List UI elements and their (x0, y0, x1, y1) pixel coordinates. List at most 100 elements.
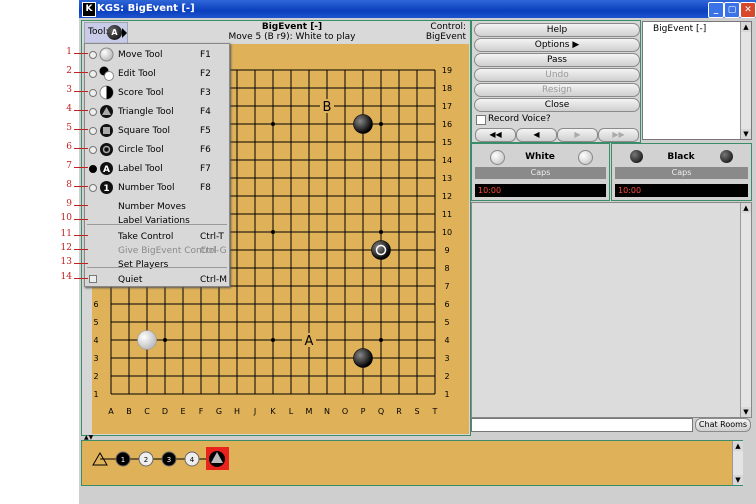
chat-scrollbar[interactable]: ▲ ▼ (740, 203, 751, 417)
column-label: T (432, 407, 438, 416)
game-name: BigEvent [-] (261, 22, 323, 32)
tree-move-number[interactable]: 2 (144, 456, 148, 464)
game-tree[interactable]: 1 2 3 4 ▲ ▼ (81, 440, 743, 486)
callout-line (74, 129, 88, 130)
menu-item-quiet[interactable]: Quiet Ctrl-M (85, 270, 229, 289)
label-tool-icon: A (107, 25, 122, 40)
menu-item-number-tool[interactable]: 1 Number Tool F8 (85, 178, 229, 197)
menu-item-label-tool[interactable]: A Label Tool F7 (85, 159, 229, 178)
column-label: S (414, 407, 419, 416)
column-label: P (361, 407, 366, 416)
menu-item-shortcut: F8 (200, 183, 211, 193)
callout-number: 8 (66, 180, 72, 190)
tree-scroll-down-icon[interactable]: ▼ (733, 475, 743, 485)
last-move-button: ▶▶ (598, 128, 639, 142)
menu-item-edit-tool[interactable]: Edit Tool F2 (85, 64, 229, 83)
menu-item-label: Circle Tool (118, 145, 164, 155)
radio-icon (89, 70, 97, 78)
chat-scroll-up-icon[interactable]: ▲ (741, 203, 751, 213)
pass-button[interactable]: Pass (474, 53, 640, 67)
menu-item-move-tool[interactable]: Move Tool F1 (85, 45, 229, 64)
button-label: Help (546, 25, 568, 35)
control-label: Control: (430, 22, 466, 32)
chat-input[interactable] (471, 418, 693, 432)
half-stone-icon (99, 85, 114, 100)
game-list-item[interactable]: BigEvent [-] (653, 24, 706, 34)
menu-item-square-tool[interactable]: Square Tool F5 (85, 121, 229, 140)
help-button[interactable]: Help (474, 23, 640, 37)
column-label: M (306, 407, 313, 416)
chat-rooms-button[interactable]: Chat Rooms (695, 418, 751, 432)
tree-move-number[interactable]: 3 (167, 456, 171, 464)
column-label: B (126, 407, 132, 416)
minimize-button[interactable]: _ (708, 2, 724, 18)
row-label-right: 2 (444, 372, 449, 381)
white-player-name: White (525, 152, 555, 162)
black-caps: Caps (615, 167, 748, 179)
game-list-scrollbar[interactable]: ▲ ▼ (740, 22, 751, 139)
tree-move-number[interactable]: 4 (190, 456, 195, 464)
row-label-right: 12 (442, 192, 452, 201)
callout-number: 10 (60, 213, 72, 223)
callout-number: 3 (66, 85, 72, 95)
menu-item-score-tool[interactable]: Score Tool F3 (85, 83, 229, 102)
menu-item-shortcut: F5 (200, 126, 211, 136)
close-window-button[interactable]: ✕ (740, 2, 756, 18)
tree-scrollbar[interactable]: ▲ ▼ (732, 441, 743, 485)
row-label-right: 17 (442, 102, 452, 111)
menu-item-circle-tool[interactable]: Circle Tool F6 (85, 140, 229, 159)
first-move-button[interactable]: ◀◀ (475, 128, 516, 142)
column-label: Q (378, 407, 384, 416)
menu-item-triangle-tool[interactable]: Triangle Tool F4 (85, 102, 229, 121)
white-stone-icon (99, 47, 114, 62)
callout-line (74, 72, 88, 73)
options-button[interactable]: Options ▶ (474, 38, 640, 52)
column-label: D (162, 407, 168, 416)
menu-item-shortcut: Ctrl-M (200, 275, 228, 285)
row-label-right: 11 (442, 210, 452, 219)
star-point (379, 338, 383, 342)
row-label-left: 4 (93, 336, 98, 345)
callout-line (74, 235, 88, 236)
chat-scroll-down-icon[interactable]: ▼ (741, 407, 751, 417)
row-label-right: 8 (444, 264, 449, 273)
game-tree-canvas[interactable]: 1 2 3 4 (82, 441, 742, 485)
tree-move-number[interactable]: 1 (121, 456, 125, 464)
callout-number: 9 (66, 199, 72, 209)
menu-item-label: Quiet (118, 275, 143, 285)
undo-button: Undo (474, 68, 640, 82)
close-button[interactable]: Close (474, 98, 640, 112)
black-stone (353, 348, 373, 368)
callout-line (74, 186, 88, 187)
record-voice-checkbox[interactable] (476, 115, 486, 125)
radio-icon (89, 146, 97, 154)
maximize-button[interactable]: ▢ (724, 2, 740, 18)
callout-line (74, 219, 88, 220)
tool-selector-button[interactable]: Tool: A (84, 22, 128, 44)
scroll-up-icon[interactable]: ▲ (741, 22, 751, 32)
menu-item-label: Score Tool (118, 88, 164, 98)
row-label-right: 15 (442, 138, 452, 147)
callout-line (74, 91, 88, 92)
triangle-marker-icon (99, 104, 114, 119)
callout-number: 7 (66, 161, 72, 171)
button-label: Undo (545, 70, 569, 80)
chat-area[interactable]: ▲ ▼ (471, 202, 752, 418)
move-status: Move 5 (B r9): White to play (228, 32, 356, 42)
row-label-left: 1 (93, 390, 98, 399)
control-value: BigEvent (425, 32, 466, 42)
row-label-left: 6 (93, 300, 98, 309)
number-marker-icon: 1 (99, 180, 114, 195)
menu-item-shortcut: F3 (200, 88, 211, 98)
game-list[interactable]: BigEvent [-] ▲ ▼ (642, 21, 752, 140)
row-label-right: 13 (442, 174, 452, 183)
row-label-right: 7 (444, 282, 449, 291)
board-header: BigEvent [-] Move 5 (B r9): White to pla… (82, 21, 468, 43)
prev-move-button[interactable]: ◀ (516, 128, 557, 142)
scroll-down-icon[interactable]: ▼ (741, 129, 751, 139)
column-label: O (342, 407, 348, 416)
column-label: K (270, 407, 276, 416)
row-label-right: 6 (444, 300, 449, 309)
svg-text:1: 1 (103, 184, 109, 194)
tree-scroll-up-icon[interactable]: ▲ (733, 441, 743, 451)
